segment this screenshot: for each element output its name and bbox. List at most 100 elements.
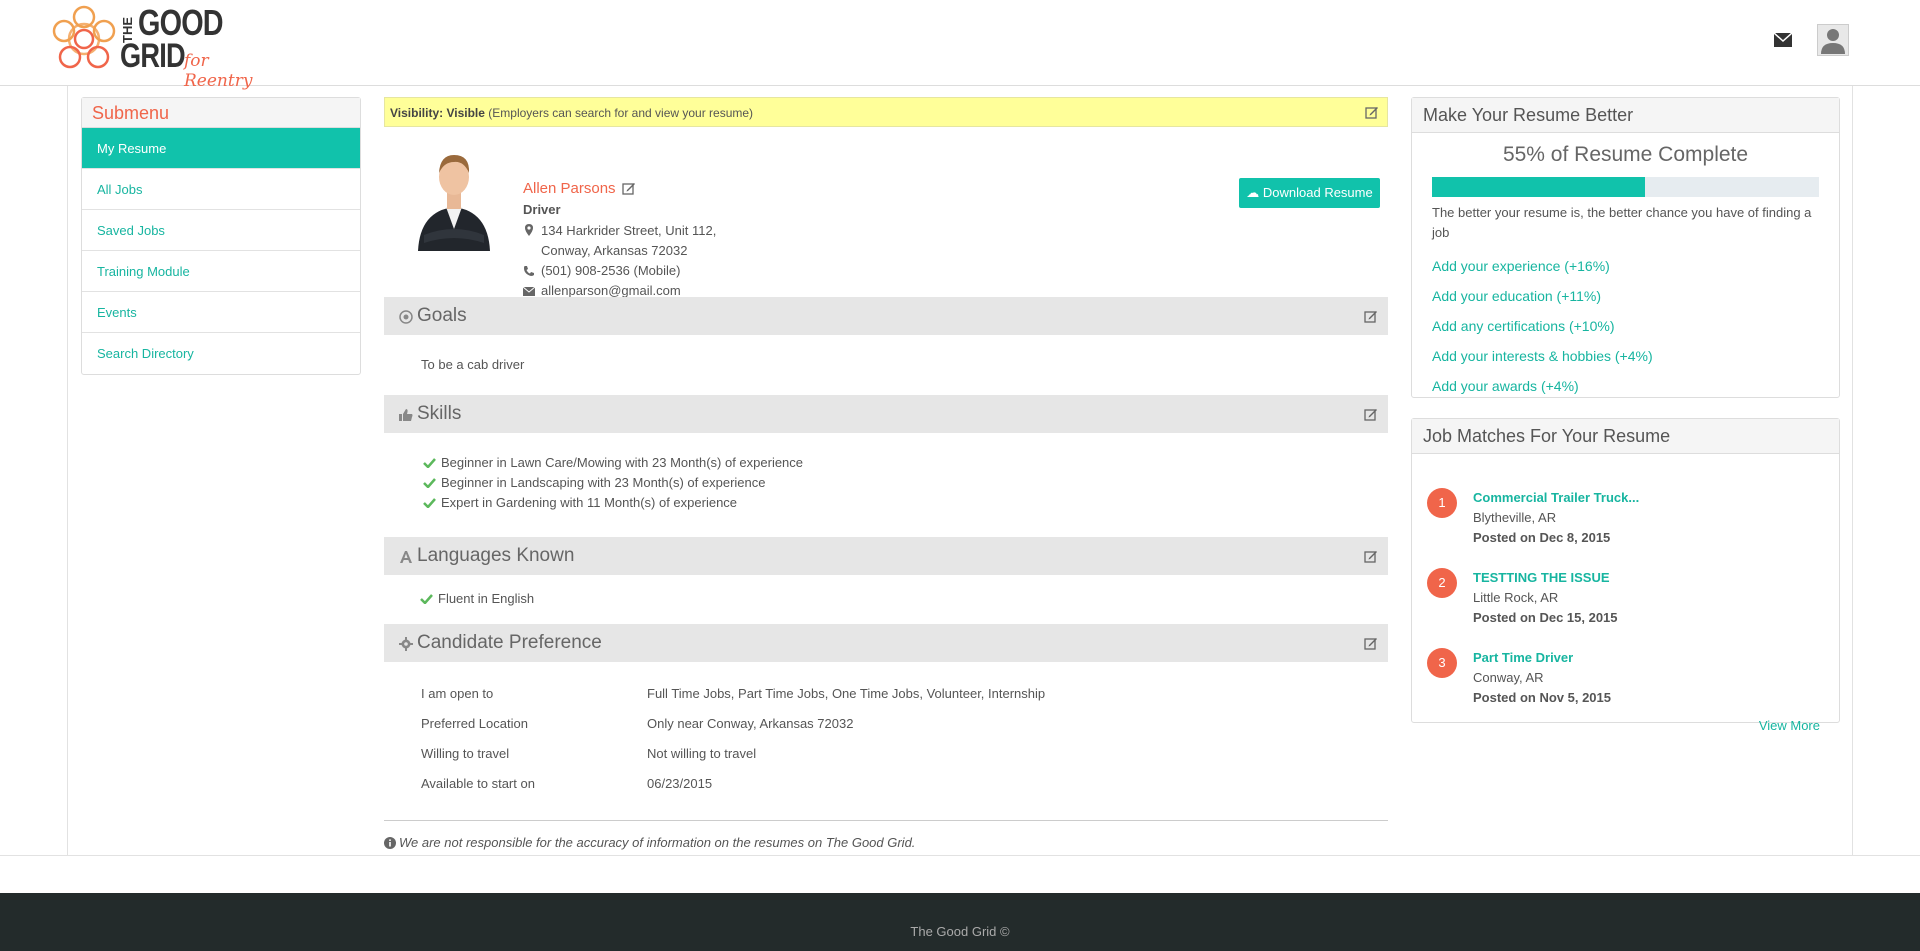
preference-title: Candidate Preference [417,632,602,653]
list-item: 1 Commercial Trailer Truck... Blythevill… [1412,488,1839,568]
disclaimer-text: We are not responsible for the accuracy … [399,835,916,850]
email-address[interactable]: allenparson@gmail.com [541,283,681,298]
resume-main: Visibility: Visible (Employers can searc… [384,97,1388,850]
languages-title: Languages Known [417,545,575,566]
add-experience-link[interactable]: Add your experience (+16%) [1432,251,1839,281]
address-line-1: 134 Harkrider Street, Unit 112, [541,223,717,238]
sidebar-item-saved-jobs[interactable]: Saved Jobs [82,210,360,251]
thumbs-up-icon [399,409,413,421]
table-row: Willing to travel Not willing to travel [421,744,1388,774]
edit-visibility-icon[interactable] [1365,105,1379,119]
visibility-bar: Visibility: Visible (Employers can searc… [384,97,1388,127]
job-title-link[interactable]: Part Time Driver [1473,650,1573,665]
add-education-link[interactable]: Add your education (+11%) [1432,281,1839,311]
add-awards-link[interactable]: Add your awards (+4%) [1432,371,1839,401]
map-marker-icon [525,224,533,236]
job-posted-date: Posted on Nov 5, 2015 [1473,690,1611,705]
add-certifications-link[interactable]: Add any certifications (+10%) [1432,311,1839,341]
sidebar-item-events[interactable]: Events [82,292,360,333]
download-resume-button[interactable]: ☁ Download Resume [1239,178,1380,208]
sidebar-item-search-directory[interactable]: Search Directory [82,333,360,374]
list-item: 2 TESTTING THE ISSUE Little Rock, AR Pos… [1412,568,1839,648]
cloud-download-icon: ☁ [1246,185,1263,200]
goals-title: Goals [417,305,467,326]
job-posted-date: Posted on Dec 8, 2015 [1473,530,1611,545]
resume-progress-fill [1432,177,1645,197]
envelope-icon [523,286,535,296]
frame-divider-bottom [0,855,1920,856]
logo-good-text: GOOD [138,2,224,43]
candidate-name: Allen Parsons [523,180,616,197]
check-icon [420,594,433,604]
phone-number: (501) 908-2536 (Mobile) [541,263,681,278]
languages-list: Fluent in English [384,575,1388,624]
resume-better-description: The better your resume is, the better ch… [1432,205,1812,240]
language-text: Fluent in English [438,591,535,606]
logo-tagline: for Reentry [184,51,253,91]
job-location: Blytheville, AR [1473,510,1557,525]
visibility-label: Visibility: Visible [390,106,485,120]
table-row: I am open to Full Time Jobs, Part Time J… [421,684,1388,714]
footer-copyright: The Good Grid © [910,924,1010,939]
skill-text: Beginner in Lawn Care/Mowing with 23 Mon… [441,455,804,470]
list-item: Fluent in English [418,589,1388,609]
list-item: Beginner in Lawn Care/Mowing with 23 Mon… [421,453,1388,473]
user-silhouette-icon [1821,29,1845,54]
font-icon [400,551,412,563]
goals-text: To be a cab driver [421,357,525,372]
check-icon [423,478,436,488]
preference-section-header: Candidate Preference [384,624,1388,662]
job-rank-badge: 2 [1427,568,1457,598]
visibility-note: (Employers can search for and view your … [488,106,754,120]
job-title-link[interactable]: Commercial Trailer Truck... [1473,490,1639,505]
pref-value: 06/23/2015 [647,776,713,791]
resume-better-panel: Make Your Resume Better 55% of Resume Co… [1411,97,1840,398]
address-line-2: Conway, Arkansas 72032 [541,243,688,258]
pref-value: Not willing to travel [647,746,757,761]
pref-label: Available to start on [421,776,535,791]
profile-card: Allen Parsons Driver 134 Harkrider Stree… [384,127,1388,298]
edit-goals-icon[interactable] [1364,309,1378,323]
job-title-link[interactable]: TESTTING THE ISSUE [1473,570,1610,585]
info-icon [384,837,396,849]
disclaimer: We are not responsible for the accuracy … [384,835,1388,850]
resume-progress-bar [1432,177,1819,197]
sidebar-item-training-module[interactable]: Training Module [82,251,360,292]
sidebar-item-all-jobs[interactable]: All Jobs [82,169,360,210]
profile-photo [414,147,494,251]
footer: The Good Grid © [0,893,1920,951]
check-icon [423,458,436,468]
pref-value: Full Time Jobs, Part Time Jobs, One Time… [647,686,1046,701]
job-location: Conway, AR [1473,670,1544,685]
candidate-role: Driver [523,202,561,217]
flower-logo-icon [52,5,116,69]
job-posted-date: Posted on Dec 15, 2015 [1473,610,1618,625]
table-row: Preferred Location Only near Conway, Ark… [421,714,1388,744]
resume-complete-label: 55% of Resume Complete [1502,143,1749,166]
job-matches-panel: Job Matches For Your Resume 1 Commercial… [1411,418,1840,733]
preference-table: I am open to Full Time Jobs, Part Time J… [384,662,1388,812]
pref-value: Only near Conway, Arkansas 72032 [647,716,854,731]
resume-better-title: Make Your Resume Better [1412,98,1839,133]
edit-preference-icon[interactable] [1364,636,1378,650]
logo-grid-text: GRID [120,37,186,75]
edit-languages-icon[interactable] [1364,549,1378,563]
download-resume-label: Download Resume [1262,185,1373,200]
mail-icon[interactable] [1774,33,1792,47]
job-rank-badge: 3 [1427,648,1457,678]
skill-text: Expert in Gardening with 11 Month(s) of … [441,495,738,510]
edit-profile-icon[interactable] [622,181,636,195]
languages-section-header: Languages Known [384,537,1388,575]
logo[interactable]: THE GOOD GRID for Reentry [48,2,268,91]
pref-label: Willing to travel [421,746,510,761]
sidebar-item-my-resume[interactable]: My Resume [82,128,360,169]
list-item: Expert in Gardening with 11 Month(s) of … [421,493,1388,513]
job-rank-badge: 1 [1427,488,1457,518]
pref-label: Preferred Location [421,716,528,731]
gear-icon [399,637,413,651]
submenu-panel: Submenu My Resume All Jobs Saved Jobs Tr… [81,97,361,375]
phone-icon [524,266,534,276]
edit-skills-icon[interactable] [1364,407,1378,421]
add-interests-link[interactable]: Add your interests & hobbies (+4%) [1432,341,1839,371]
user-avatar[interactable] [1817,24,1849,56]
